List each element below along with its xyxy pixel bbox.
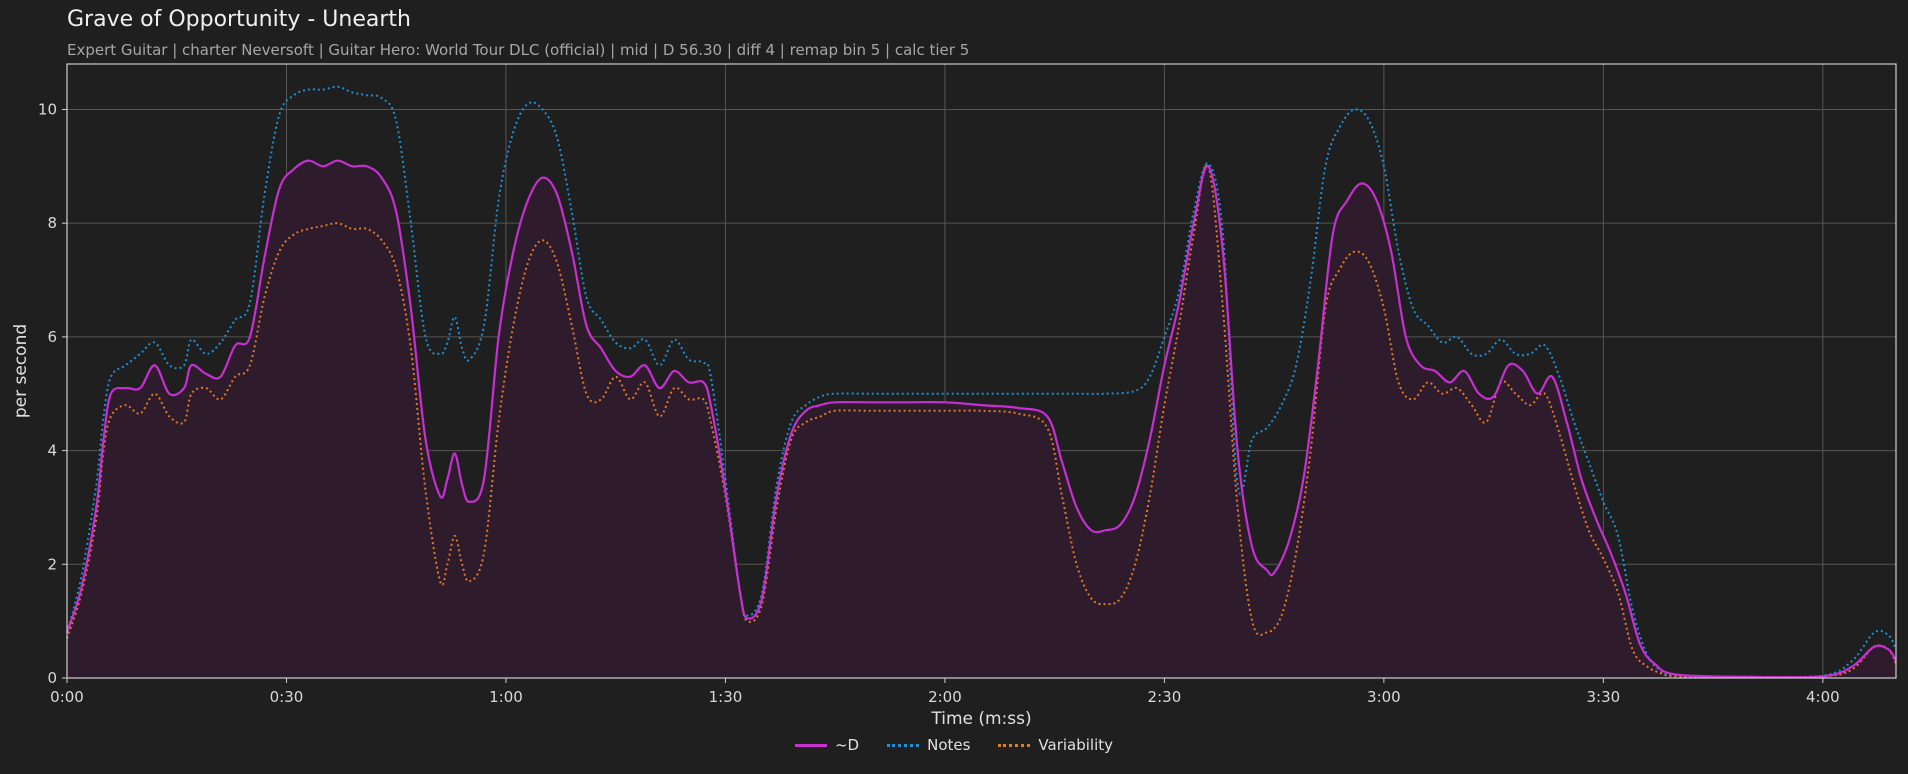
x-tick-label: 2:30 <box>1148 688 1182 706</box>
x-tick-label: 1:30 <box>709 688 743 706</box>
y-tick-label: 0 <box>47 669 57 687</box>
x-tick-label: 3:00 <box>1367 688 1401 706</box>
x-tick-label: 1:00 <box>489 688 523 706</box>
legend-item-notes: Notes <box>887 736 970 754</box>
area-fill <box>67 160 1896 678</box>
y-tick-label: 10 <box>38 100 57 118</box>
legend-label: Variability <box>1038 736 1114 754</box>
y-tick-label: 8 <box>47 214 57 232</box>
x-tick-label: 0:30 <box>270 688 304 706</box>
x-tick-label: 3:30 <box>1587 688 1621 706</box>
legend-swatch <box>998 743 1031 747</box>
series-fill-d <box>67 160 1896 678</box>
y-tick-label: 6 <box>47 328 57 346</box>
legend-swatch <box>887 743 920 747</box>
chart-area: 0:00 0:30 1:00 1:30 2:00 2:30 3:00 3:30 4:00 0 2 4 6… <box>11 63 1897 729</box>
x-tick-label: 2:00 <box>928 688 962 706</box>
y-tick-label: 4 <box>47 442 57 460</box>
x-tick-label: 4:00 <box>1806 688 1840 706</box>
legend-swatch <box>794 743 827 747</box>
legend-label: ~D <box>834 736 860 754</box>
legend: ~D Notes Variability <box>0 736 1908 754</box>
legend-item-d: ~D <box>794 736 860 754</box>
y-tick-label: 2 <box>47 555 57 573</box>
x-axis-label: Time (m:ss) <box>930 709 1031 729</box>
y-axis-label: per second <box>11 324 31 418</box>
legend-item-variability: Variability <box>998 736 1113 754</box>
legend-label: Notes <box>927 736 971 754</box>
x-tick-label: 0:00 <box>50 688 84 706</box>
